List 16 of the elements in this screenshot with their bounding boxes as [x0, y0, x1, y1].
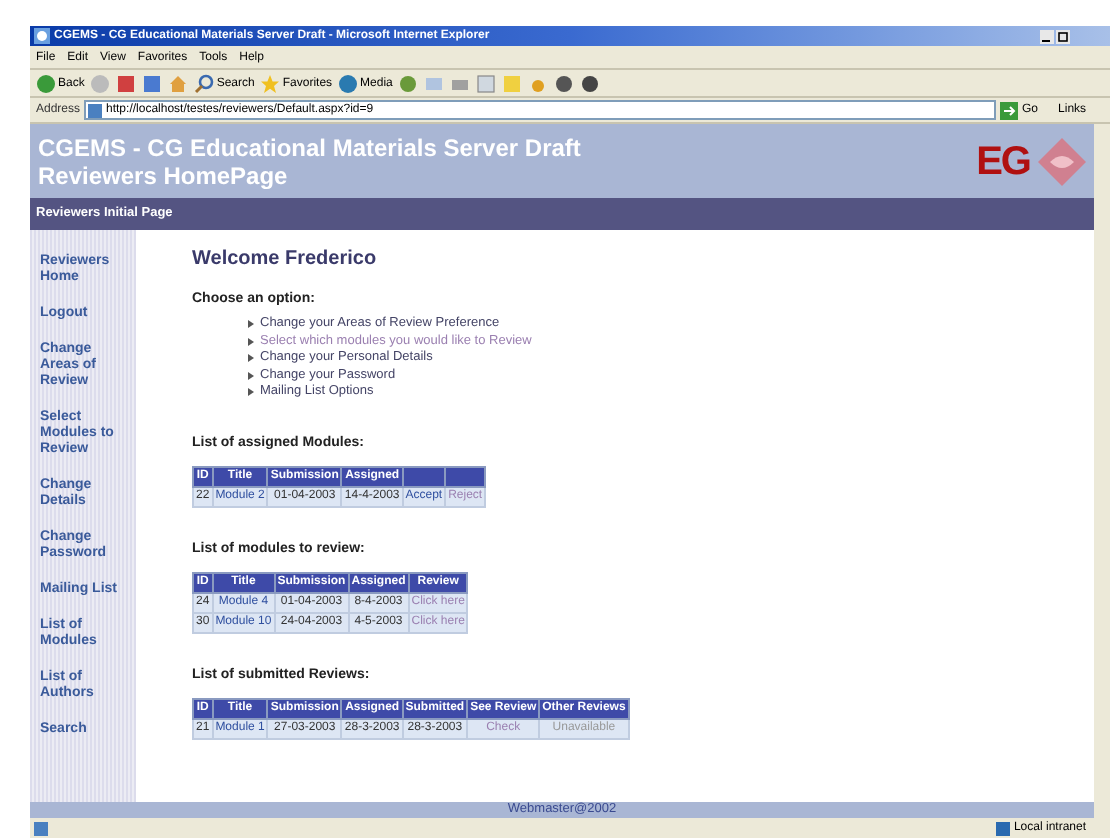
welcome-heading: Welcome Frederico: [192, 250, 379, 270]
home-icon[interactable]: [168, 73, 189, 93]
bullet-icon: [248, 354, 254, 363]
site-title: CGEMS - CG Educational Materials Server Draft: [38, 133, 581, 161]
go-arrow-icon[interactable]: [1000, 101, 1019, 119]
bullet-icon: [248, 337, 254, 346]
bullet-icon: [248, 371, 254, 380]
diamond-logo-icon: [1038, 137, 1086, 185]
bullet-icon: [248, 320, 254, 329]
bullet-icon: [248, 388, 254, 397]
logo-text: EG: [976, 141, 1030, 181]
search-icon[interactable]: [194, 73, 215, 93]
page-title: Reviewers HomePage: [38, 161, 290, 189]
minimize-icon[interactable]: [1040, 29, 1054, 43]
maximize-icon[interactable]: [1056, 29, 1070, 43]
browser-icon: [34, 28, 50, 44]
